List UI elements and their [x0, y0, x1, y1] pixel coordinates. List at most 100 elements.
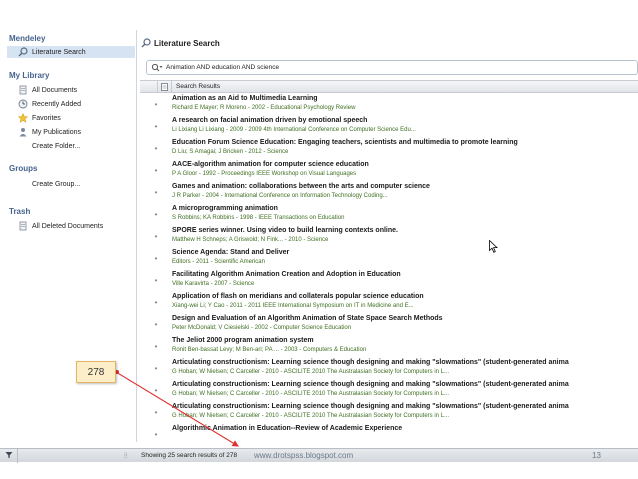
result-body: A microprogramming animation S Robbins; K… [172, 203, 638, 225]
result-title[interactable]: Articulating constructionism: Learning s… [172, 380, 638, 390]
result-title[interactable]: The Jeliot 2000 program animation system [172, 336, 638, 346]
splitter-grip-icon[interactable]: ⦙⦙ [124, 451, 128, 461]
result-row[interactable]: • Articulating constructionism: Learning … [140, 379, 638, 401]
result-meta: G Hoban; W Nielsen; C Carceller - 2010 -… [172, 369, 450, 375]
row-bullet: • [154, 385, 158, 395]
sidebar-item-literature-search[interactable]: Literature Search [7, 46, 135, 58]
sidebar-app-title: Mendeley [9, 34, 46, 43]
result-body: Articulating constructionism: Learning s… [172, 357, 638, 379]
star-icon [17, 113, 28, 124]
sidebar-item-my-publications[interactable]: My Publications [17, 126, 81, 138]
search-input[interactable] [166, 64, 626, 71]
result-title[interactable]: Articulating constructionism: Learning s… [172, 402, 638, 412]
sidebar-item-favorites[interactable]: Favorites [17, 112, 61, 124]
result-row[interactable]: • Articulating constructionism: Learning … [140, 357, 638, 379]
row-bullet: • [154, 209, 158, 219]
row-bullet: • [154, 143, 158, 153]
result-title[interactable]: Design and Evaluation of an Algorithm An… [172, 314, 638, 324]
result-title[interactable]: A microprogramming animation [172, 204, 638, 214]
result-row[interactable]: • Animation as an Aid to Multimedia Learn… [140, 93, 638, 115]
sidebar-item-create-group[interactable]: Create Group... [32, 178, 80, 190]
row-bullet: • [154, 253, 158, 263]
result-title[interactable]: Science Agenda: Stand and Deliver [172, 248, 638, 258]
result-meta: J R Parker - 2004 - International Confer… [172, 193, 388, 199]
result-row[interactable]: • SPORE series winner. Using video to bui… [140, 225, 638, 247]
sidebar-item-all-documents[interactable]: All Documents [17, 84, 77, 96]
annotation-callout: 278 [76, 361, 116, 383]
sidebar-item-label: Recently Added [32, 100, 82, 108]
search-dropdown-icon[interactable] [151, 63, 163, 72]
search-bar [146, 60, 638, 75]
sidebar-item-recently-added[interactable]: Recently Added [17, 98, 81, 110]
result-row[interactable]: • Science Agenda: Stand and Deliver Editor… [140, 247, 638, 269]
result-meta: Peter McDonald; V Ciesielski - 2002 - Co… [172, 325, 352, 331]
trash-title: Trash [9, 207, 31, 216]
search-results-table: Search Results • Animation as an Aid to M… [140, 80, 638, 442]
document-column-icon[interactable] [158, 81, 172, 92]
result-body: Design and Evaluation of an Algorithm An… [172, 313, 638, 335]
status-text: Showing 25 search results of 278 [141, 452, 238, 459]
result-title[interactable]: AACE-algorithm animation for computer sc… [172, 160, 638, 170]
result-row[interactable]: • Application of flash on meridians and c… [140, 291, 638, 313]
result-row[interactable]: • Algorithmic Animation in Education--Rev… [140, 423, 638, 445]
result-title[interactable]: Education Forum Science Education: Engag… [172, 138, 638, 148]
result-body: Games and animation: collaborations betw… [172, 181, 638, 203]
result-title[interactable]: Articulating constructionism: Learning s… [172, 358, 638, 368]
result-title[interactable]: Games and animation: collaborations betw… [172, 182, 638, 192]
result-title[interactable]: A research on facial animation driven by… [172, 116, 638, 126]
row-bullet: • [154, 297, 158, 307]
result-row[interactable]: • Games and animation: collaborations bet… [140, 181, 638, 203]
row-bullet: • [154, 165, 158, 175]
sidebar: Mendeley Literature Search My Library Al… [3, 30, 137, 442]
results-header-label[interactable]: Search Results [172, 83, 220, 90]
row-bullet: • [154, 319, 158, 329]
result-body: AACE-algorithm animation for computer sc… [172, 159, 638, 181]
sidebar-item-label: All Deleted Documents [32, 222, 104, 230]
sidebar-item-label: Favorites [32, 114, 61, 122]
row-bullet: • [154, 187, 158, 197]
filter-icon [5, 451, 13, 461]
result-title[interactable]: Animation as an Aid to Multimedia Learni… [172, 94, 638, 104]
result-row[interactable]: • Facilitating Algorithm Animation Creati… [140, 269, 638, 291]
footer-url: www.drotspss.blogspot.com [254, 451, 354, 460]
row-bullet: • [154, 429, 158, 439]
row-bullet: • [154, 99, 158, 109]
result-row[interactable]: • AACE-algorithm animation for computer s… [140, 159, 638, 181]
sidebar-item-label: Create Folder... [32, 142, 81, 150]
row-bullet: • [154, 407, 158, 417]
row-bullet: • [154, 121, 158, 131]
row-bullet: • [154, 363, 158, 373]
result-meta: Ronit Ben-bassat Levy; M Ben-ari; PA ...… [172, 347, 367, 353]
result-row[interactable]: • A microprogramming animation S Robbins; … [140, 203, 638, 225]
result-title[interactable]: Application of flash on meridians and co… [172, 292, 638, 302]
result-title[interactable]: Algorithmic Animation in Education--Revi… [172, 424, 638, 434]
result-body: Science Agenda: Stand and Deliver Editors… [172, 247, 638, 269]
result-row[interactable]: • Articulating constructionism: Learning … [140, 401, 638, 423]
result-title[interactable]: Facilitating Algorithm Animation Creatio… [172, 270, 638, 280]
sidebar-item-create-folder[interactable]: Create Folder... [32, 140, 80, 152]
sidebar-item-label: Literature Search [32, 48, 86, 56]
search-icon [17, 47, 28, 58]
result-title[interactable]: SPORE series winner. Using video to buil… [172, 226, 638, 236]
panel-title: Literature Search [154, 38, 220, 48]
sidebar-item-label: My Publications [32, 128, 82, 136]
filter-button[interactable] [0, 448, 18, 463]
documents-icon [17, 85, 28, 96]
user-icon [17, 127, 28, 138]
my-library-title: My Library [9, 71, 50, 80]
result-row[interactable]: • A research on facial animation driven b… [140, 115, 638, 137]
result-meta: P A Gloor - 1992 - Proceedings IEEE Work… [172, 171, 357, 177]
results-header: Search Results [140, 81, 638, 93]
row-bullet: • [154, 275, 158, 285]
result-row[interactable]: • The Jeliot 2000 program animation syste… [140, 335, 638, 357]
result-meta: Richard E Mayer; R Moreno - 2002 - Educa… [172, 105, 356, 111]
result-row[interactable]: • Education Forum Science Education: Enga… [140, 137, 638, 159]
result-row[interactable]: • Design and Evaluation of an Algorithm A… [140, 313, 638, 335]
trash-documents-icon [17, 221, 28, 232]
result-meta: Matthew H Schneps; A Griswold; N Fink...… [172, 237, 329, 243]
header-spacer [140, 81, 158, 92]
result-body: SPORE series winner. Using video to buil… [172, 225, 638, 247]
sidebar-item-all-deleted-documents[interactable]: All Deleted Documents [17, 220, 103, 232]
result-body: Application of flash on meridians and co… [172, 291, 638, 313]
result-meta: Xiang-wei Li; Y Cao - 2011 - 2011 IEEE I… [172, 303, 414, 309]
